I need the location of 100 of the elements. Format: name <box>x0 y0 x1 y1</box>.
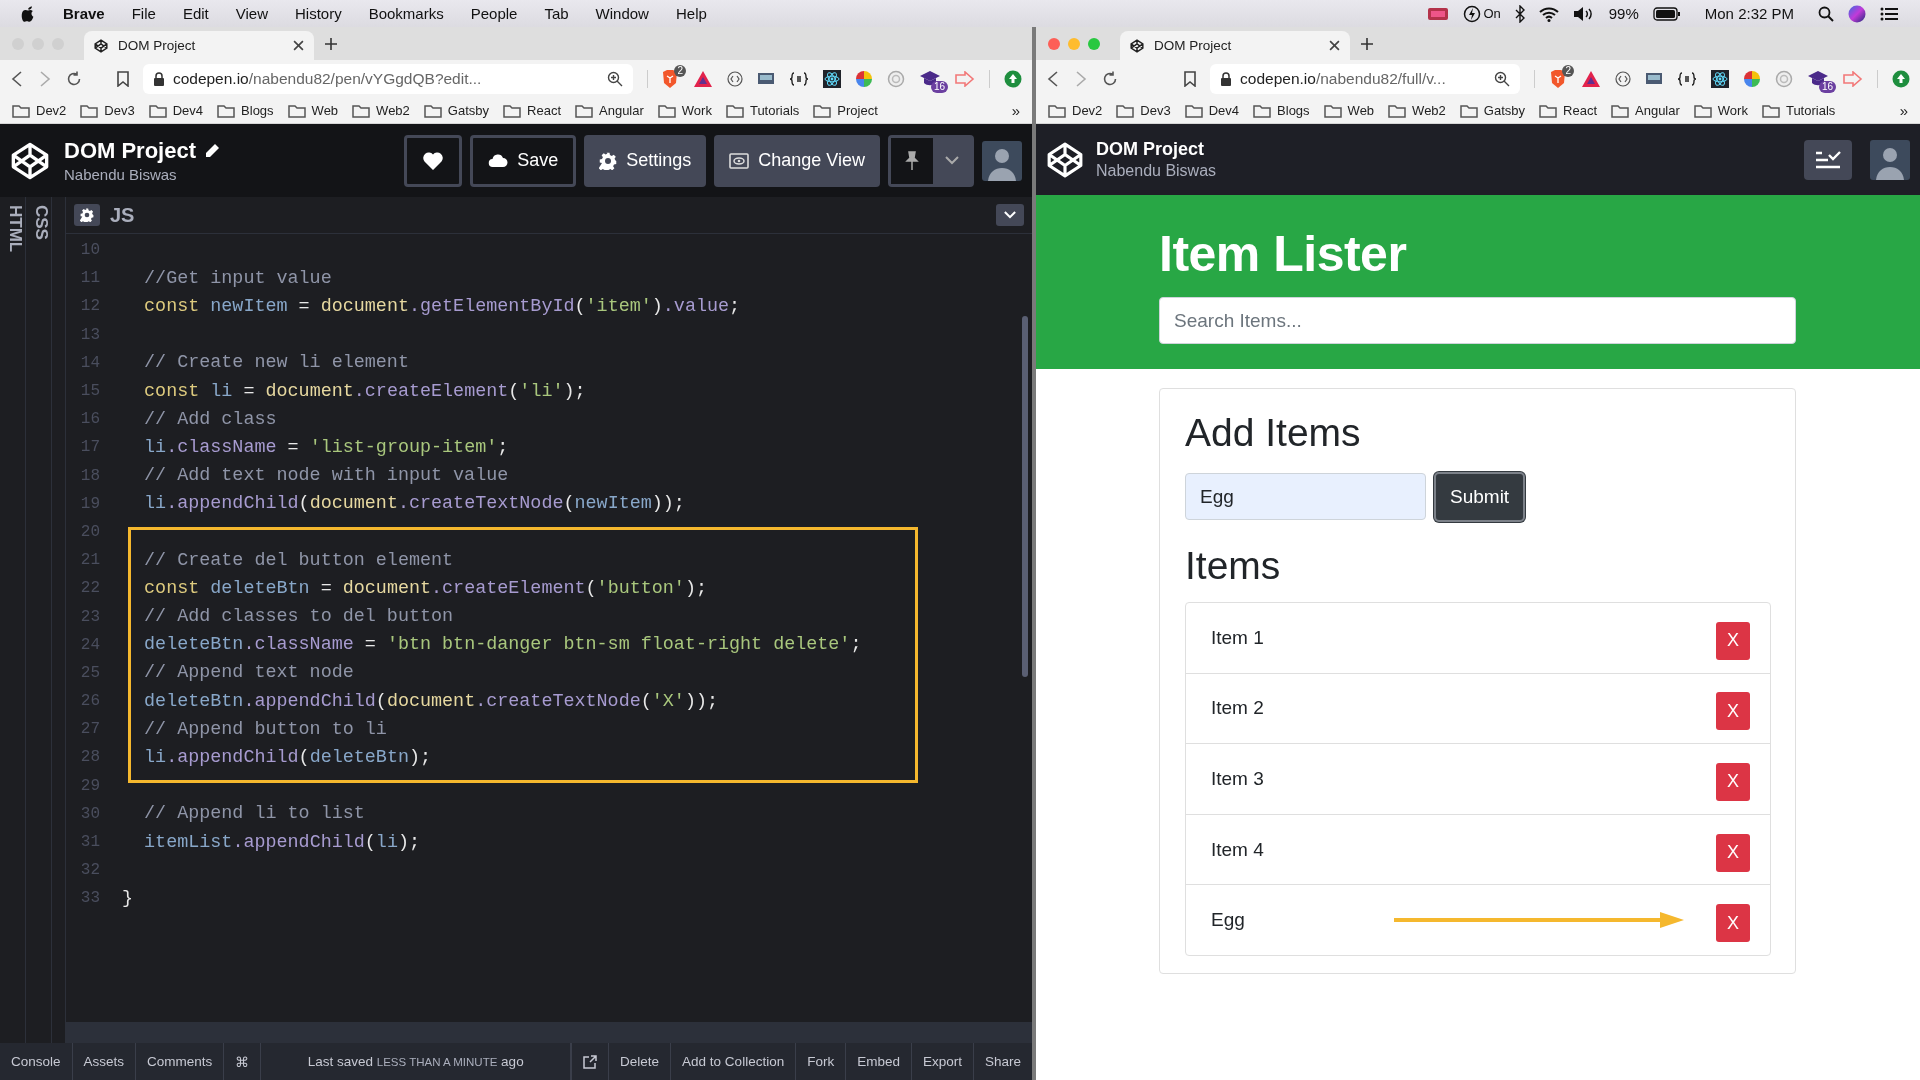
footer-button[interactable]: Export <box>910 1043 973 1080</box>
editor-tab[interactable]: HTML <box>0 197 26 1043</box>
remove-button[interactable]: X <box>1716 833 1750 872</box>
monitor-icon[interactable] <box>1645 72 1663 86</box>
footer-button[interactable]: Share <box>972 1043 1032 1080</box>
bluetooth-icon[interactable] <box>1514 4 1525 23</box>
bookmark[interactable]: Dev2 <box>1048 103 1103 118</box>
braces-icon[interactable] <box>789 72 809 86</box>
new-tab-icon[interactable] <box>324 36 338 51</box>
menu-item[interactable]: Edit <box>182 5 209 22</box>
close-icon[interactable] <box>293 40 304 51</box>
menu-item[interactable]: File <box>131 5 156 22</box>
more-bookmarks-button[interactable]: » <box>1899 102 1908 119</box>
zoom-icon[interactable] <box>606 71 623 87</box>
collapse-button[interactable] <box>996 204 1024 226</box>
bookmark[interactable]: Web <box>1323 103 1375 118</box>
scrollbar[interactable] <box>1022 316 1028 677</box>
clock[interactable]: Mon 2:32 PM <box>1704 5 1794 22</box>
bookmark[interactable]: Work <box>657 103 712 118</box>
footer-button[interactable]: Console <box>0 1043 73 1080</box>
layout-button[interactable] <box>1804 139 1852 180</box>
power-icon[interactable] <box>1463 4 1482 23</box>
pen-title[interactable]: DOM Project <box>1096 139 1792 160</box>
list-icon[interactable] <box>1880 5 1898 22</box>
settings-button[interactable] <box>74 204 100 226</box>
bookmark[interactable]: Dev4 <box>1184 103 1240 118</box>
bookmark[interactable]: Project <box>813 103 878 118</box>
remove-button[interactable]: X <box>1716 692 1750 731</box>
search-icon[interactable] <box>1818 5 1834 22</box>
bracket-circle-icon[interactable] <box>727 71 743 87</box>
bookmark[interactable]: Gatsby <box>1459 103 1526 118</box>
orb-icon[interactable] <box>1848 4 1866 23</box>
close-icon[interactable] <box>1329 40 1340 51</box>
bookmark-icon[interactable] <box>1184 71 1197 87</box>
triangle-icon[interactable] <box>693 70 713 88</box>
save-button[interactable]: Save <box>470 134 577 187</box>
new-tab-icon[interactable] <box>1360 36 1374 51</box>
bookmark-icon[interactable] <box>116 71 129 87</box>
bookmark[interactable]: Web2 <box>1388 103 1446 118</box>
menu-item[interactable]: Tab <box>544 5 569 22</box>
pen-title[interactable]: DOM Project <box>64 138 197 164</box>
battery-icon[interactable] <box>1652 6 1681 21</box>
atom-icon[interactable] <box>823 70 841 88</box>
bookmark[interactable]: Dev3 <box>1116 103 1171 118</box>
author-name[interactable]: Nabendu Biswas <box>64 166 397 183</box>
footer-button[interactable]: Assets <box>72 1043 137 1080</box>
reload-icon[interactable] <box>1102 71 1118 87</box>
change-view-button[interactable]: Change View <box>714 134 880 187</box>
menu-item[interactable]: People <box>470 5 518 22</box>
wifi-icon[interactable] <box>1538 5 1559 22</box>
bookmark[interactable]: Angular <box>1611 103 1680 118</box>
bookmark[interactable]: Tutorials <box>1761 103 1836 118</box>
browser-tab[interactable]: DOM Project <box>84 31 314 60</box>
bookmark[interactable]: Tutorials <box>725 103 800 118</box>
braces-icon[interactable] <box>1677 72 1697 86</box>
search-field[interactable]: Search Items... <box>1159 297 1796 344</box>
back-icon[interactable] <box>10 71 24 87</box>
bookmark[interactable]: Blogs <box>1253 103 1310 118</box>
color-wheel-icon[interactable] <box>1743 70 1761 88</box>
apple-icon[interactable] <box>20 4 36 23</box>
footer-button[interactable]: Comments <box>136 1043 225 1080</box>
shield-icon[interactable] <box>661 69 679 89</box>
browser-tab[interactable]: DOM Project <box>1120 31 1350 60</box>
back-icon[interactable] <box>1046 71 1060 87</box>
remove-button[interactable]: X <box>1716 763 1750 801</box>
remove-button[interactable]: X <box>1716 904 1750 943</box>
footer-button[interactable]: Embed <box>845 1043 911 1080</box>
address-bar[interactable]: codepen.io/nabendu82/pen/vYGgdQB?edit... <box>142 64 633 94</box>
atom-icon[interactable] <box>1711 70 1729 88</box>
bookmark[interactable]: Blogs <box>217 103 274 118</box>
menu-item[interactable]: History <box>295 5 342 22</box>
volume-icon[interactable] <box>1572 5 1595 22</box>
upload-icon[interactable] <box>1892 70 1910 88</box>
menu-item[interactable]: Bookmarks <box>368 5 444 22</box>
footer-button[interactable]: Delete <box>608 1043 671 1080</box>
bracket-circle-icon[interactable] <box>1615 71 1631 87</box>
bookmark[interactable]: Angular <box>575 103 644 118</box>
menu-item[interactable]: Window <box>595 5 649 22</box>
item-input-field[interactable]: Egg <box>1185 473 1426 520</box>
avatar-icon[interactable] <box>982 140 1022 181</box>
avatar-icon[interactable] <box>1870 139 1910 180</box>
heart-button[interactable] <box>404 134 463 187</box>
remove-button[interactable]: X <box>1716 621 1750 660</box>
bookmark[interactable]: React <box>503 103 561 118</box>
submit-button[interactable]: Submit <box>1434 472 1526 522</box>
editor-tab[interactable]: CSS <box>26 197 52 1043</box>
monitor-icon[interactable] <box>757 72 775 86</box>
bookmark[interactable]: Dev3 <box>80 103 135 118</box>
bookmark[interactable]: Work <box>1693 103 1748 118</box>
bookmark[interactable]: Dev4 <box>148 103 204 118</box>
menu-item[interactable]: View <box>235 5 268 22</box>
shield-icon[interactable] <box>1549 69 1567 89</box>
pencil-icon[interactable] <box>204 143 221 159</box>
bookmark[interactable]: Web <box>287 103 339 118</box>
zoom-icon[interactable] <box>1494 71 1511 87</box>
author-name[interactable]: Nabendu Biswas <box>1096 162 1792 180</box>
menu-item[interactable]: Help <box>675 5 707 22</box>
screen-icon[interactable] <box>1427 5 1450 22</box>
footer-button[interactable]: Fork <box>795 1043 846 1080</box>
upload-icon[interactable] <box>1004 70 1022 88</box>
